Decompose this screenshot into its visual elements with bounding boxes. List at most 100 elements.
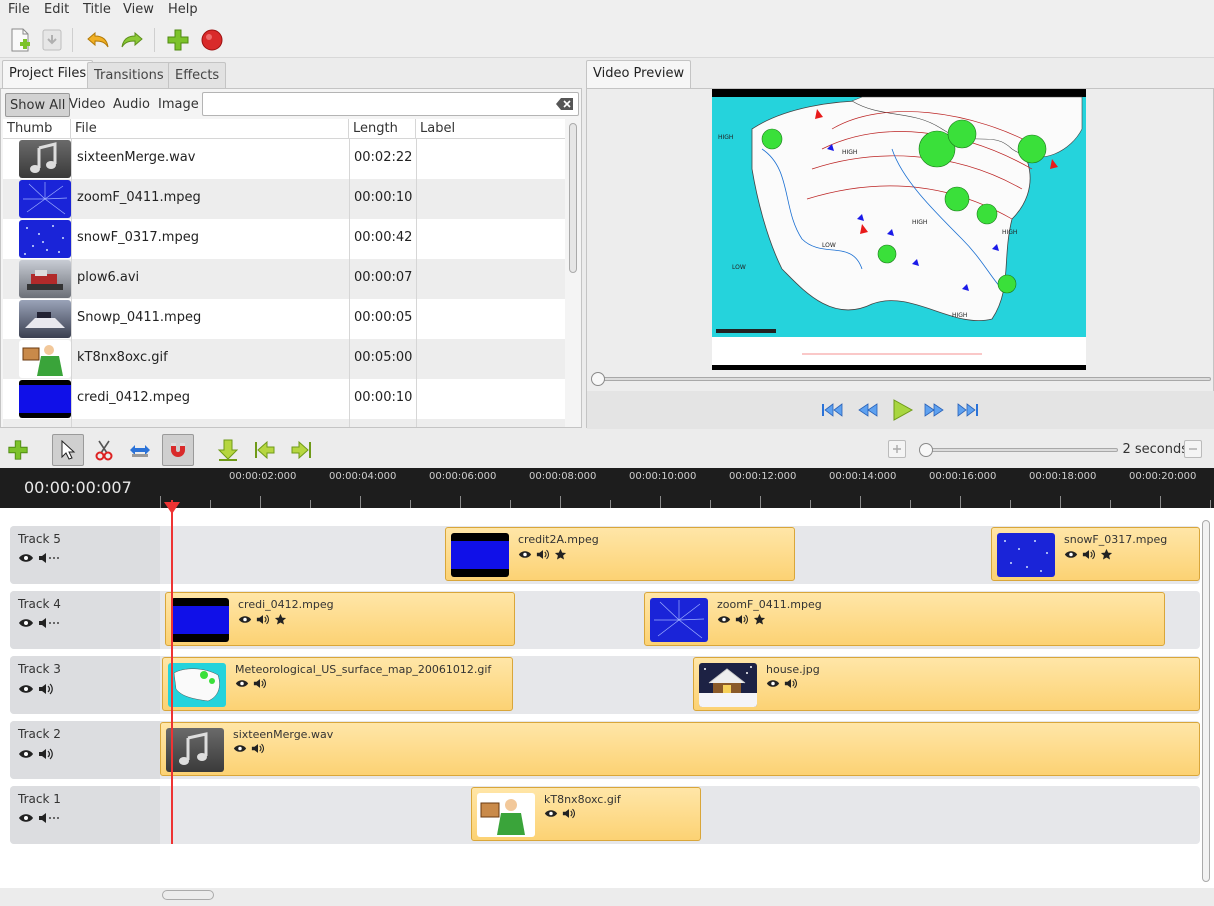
eye-icon[interactable] <box>518 550 532 559</box>
zoom-out-button[interactable] <box>1184 440 1202 458</box>
file-row[interactable] <box>3 419 565 427</box>
speaker-muted-icon[interactable] <box>38 813 60 823</box>
timeline-clip[interactable]: credit2A.mpeg <box>445 527 795 581</box>
add-track-button[interactable] <box>2 434 34 466</box>
jump-end-button[interactable] <box>955 399 981 421</box>
menu-edit[interactable]: Edit <box>40 2 73 17</box>
eye-icon[interactable] <box>18 684 34 694</box>
timeline-ruler[interactable]: 00:00:00:007 00:00:02:000 00:00:04:000 00:… <box>0 468 1214 508</box>
razor-tool-button[interactable] <box>88 434 120 466</box>
file-row[interactable]: plow6.avi 00:00:07 <box>3 259 565 299</box>
menu-file[interactable]: File <box>4 2 34 17</box>
zoom-slider-handle[interactable] <box>919 443 933 457</box>
speaker-icon[interactable] <box>562 808 576 819</box>
snapping-button[interactable] <box>162 434 194 466</box>
eye-icon[interactable] <box>18 749 34 759</box>
filter-audio[interactable]: Audio <box>109 93 154 117</box>
tab-project-files[interactable]: Project Files <box>2 60 94 88</box>
star-icon[interactable] <box>1100 548 1113 561</box>
tab-transitions[interactable]: Transitions <box>87 62 171 88</box>
import-files-button[interactable] <box>164 26 192 54</box>
timeline-clip[interactable]: sixteenMerge.wav <box>160 722 1200 776</box>
star-icon[interactable] <box>554 548 567 561</box>
filter-image[interactable]: Image <box>154 93 203 117</box>
file-row[interactable]: sixteenMerge.wav 00:02:22 <box>3 139 565 179</box>
seek-handle[interactable] <box>591 372 605 386</box>
eye-icon[interactable] <box>717 615 731 624</box>
speaker-icon[interactable] <box>38 748 54 760</box>
speaker-icon[interactable] <box>253 678 267 689</box>
save-project-button[interactable] <box>38 26 66 54</box>
menu-help[interactable]: Help <box>164 2 202 17</box>
eye-icon[interactable] <box>233 744 247 753</box>
jump-start-button[interactable] <box>819 399 845 421</box>
tab-video-preview[interactable]: Video Preview <box>586 60 692 88</box>
zoom-slider[interactable] <box>922 448 1118 452</box>
rewind-button[interactable] <box>855 399 881 421</box>
timeline-clip[interactable]: credi_0412.mpeg <box>165 592 515 646</box>
speaker-icon[interactable] <box>38 683 54 695</box>
timeline-clip[interactable]: snowF_0317.mpeg <box>991 527 1200 581</box>
filter-video[interactable]: Video <box>65 93 109 117</box>
eye-icon[interactable] <box>235 679 249 688</box>
column-length[interactable]: Length <box>349 119 416 139</box>
undo-button[interactable] <box>84 26 112 54</box>
zoom-in-button[interactable] <box>888 440 906 458</box>
playhead-line[interactable] <box>171 500 173 844</box>
column-label[interactable]: Label <box>416 119 565 139</box>
filter-show-all[interactable]: Show All <box>5 93 71 117</box>
column-file[interactable]: File <box>71 119 349 139</box>
resize-tool-button[interactable] <box>124 434 156 466</box>
menu-title[interactable]: Title <box>79 2 115 17</box>
speaker-icon[interactable] <box>1082 549 1096 560</box>
file-row[interactable]: Snowp_0411.mpeg 00:00:05 <box>3 299 565 339</box>
previous-marker-button[interactable] <box>248 434 280 466</box>
star-icon[interactable] <box>274 613 287 626</box>
new-project-button[interactable] <box>6 26 34 54</box>
eye-icon[interactable] <box>1064 550 1078 559</box>
speaker-icon[interactable] <box>735 614 749 625</box>
file-list-scrollbar[interactable] <box>567 119 579 427</box>
select-tool-button[interactable] <box>52 434 84 466</box>
fast-forward-button[interactable] <box>921 399 947 421</box>
speaker-muted-icon[interactable] <box>38 618 60 628</box>
timeline-clip[interactable]: house.jpg <box>693 657 1200 711</box>
file-row[interactable]: zoomF_0411.mpeg 00:00:10 <box>3 179 565 219</box>
track-header[interactable]: Track 4 <box>10 591 160 649</box>
eye-icon[interactable] <box>238 615 252 624</box>
file-row[interactable]: credi_0412.mpeg 00:00:10 <box>3 379 565 419</box>
track-header[interactable]: Track 3 <box>10 656 160 714</box>
speaker-icon[interactable] <box>256 614 270 625</box>
timeline-vertical-scrollbar[interactable] <box>1200 516 1212 886</box>
redo-button[interactable] <box>118 26 146 54</box>
playhead-marker[interactable] <box>164 502 180 514</box>
play-button[interactable] <box>889 397 915 421</box>
add-marker-button[interactable] <box>212 434 244 466</box>
star-icon[interactable] <box>753 613 766 626</box>
eye-icon[interactable] <box>544 809 558 818</box>
speaker-icon[interactable] <box>251 743 265 754</box>
timeline-clip[interactable]: Meteorological_US_surface_map_20061012.g… <box>162 657 513 711</box>
file-row[interactable]: snowF_0317.mpeg 00:00:42 <box>3 219 565 259</box>
timeline-horizontal-scrollbar[interactable] <box>160 888 1200 902</box>
speaker-muted-icon[interactable] <box>38 553 60 563</box>
next-marker-button[interactable] <box>286 434 318 466</box>
track-header[interactable]: Track 2 <box>10 721 160 779</box>
tab-effects[interactable]: Effects <box>168 62 227 88</box>
column-thumb[interactable]: Thumb <box>3 119 71 139</box>
timeline-clip[interactable]: kT8nx8oxc.gif <box>471 787 701 841</box>
timeline-clip[interactable]: zoomF_0411.mpeg <box>644 592 1165 646</box>
search-input[interactable] <box>202 92 579 116</box>
eye-icon[interactable] <box>766 679 780 688</box>
eye-icon[interactable] <box>18 813 34 823</box>
menu-view[interactable]: View <box>119 2 158 17</box>
eye-icon[interactable] <box>18 553 34 563</box>
eye-icon[interactable] <box>18 618 34 628</box>
file-row[interactable]: kT8nx8oxc.gif 00:05:00 <box>3 339 565 379</box>
speaker-icon[interactable] <box>784 678 798 689</box>
seek-bar[interactable] <box>593 377 1211 381</box>
track-header[interactable]: Track 1 <box>10 786 160 844</box>
export-video-button[interactable] <box>198 26 226 54</box>
clear-icon[interactable] <box>556 97 574 111</box>
speaker-icon[interactable] <box>536 549 550 560</box>
